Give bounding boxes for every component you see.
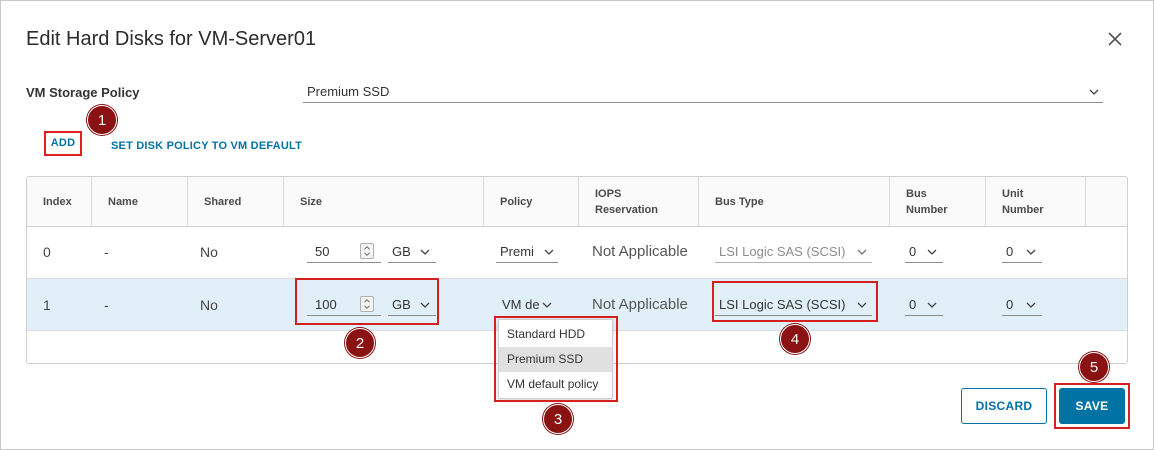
unit-number-value: 0 — [1006, 244, 1014, 259]
unit-number-value: 0 — [1006, 297, 1014, 312]
set-disk-policy-default-button[interactable]: SET DISK POLICY TO VM DEFAULT — [111, 140, 302, 152]
add-disk-button[interactable]: ADD — [44, 131, 82, 156]
size-unit-select[interactable]: GB — [388, 294, 436, 316]
unit-number-select[interactable]: 0 — [1002, 294, 1042, 316]
disk-size-value: 100 — [315, 297, 337, 312]
disk-policy-select[interactable]: VM de — [498, 294, 556, 316]
header-size[interactable]: Size — [284, 177, 484, 227]
header-unit-number[interactable]: Unit Number — [986, 177, 1086, 227]
bus-type-value: LSI Logic SAS (SCSI) — [719, 244, 846, 259]
callout-badge-5: 5 — [1079, 352, 1109, 382]
header-unit-number-text: Unit Number — [1002, 188, 1044, 216]
bus-number-select[interactable]: 0 — [905, 241, 943, 263]
bus-type-value: LSI Logic SAS (SCSI) — [719, 297, 846, 312]
callout-badge-3: 3 — [543, 404, 573, 434]
size-unit-value: GB — [392, 244, 411, 259]
row-index: 1 — [43, 297, 51, 313]
menu-item-standard-hdd[interactable]: Standard HDD — [499, 322, 612, 347]
edit-hard-disks-dialog: Edit Hard Disks for VM-Server01 VM Stora… — [0, 0, 1154, 450]
chevron-down-icon — [420, 302, 430, 308]
storage-policy-select[interactable]: Premium SSD — [303, 81, 1103, 103]
bus-type-select: LSI Logic SAS (SCSI) — [715, 241, 872, 263]
callout-badge-1: 1 — [87, 105, 117, 135]
chevron-down-icon — [544, 249, 554, 255]
disk-policy-value: Premi — [500, 244, 534, 259]
menu-item-vm-default-policy[interactable]: VM default policy — [499, 372, 612, 397]
stepper-icon[interactable] — [360, 296, 374, 312]
chevron-down-icon — [927, 249, 937, 255]
grid-header: Index Name Shared Size Policy IOPS Reser… — [27, 177, 1127, 227]
chevron-down-icon — [1026, 249, 1036, 255]
header-iops-text: IOPS Reservation — [595, 188, 658, 216]
table-row[interactable]: 0 - No 50 GB Premi Not Applicable LSI Lo… — [27, 227, 1127, 279]
dialog-title: Edit Hard Disks for VM-Server01 — [26, 28, 317, 50]
chevron-down-icon — [857, 249, 867, 255]
chevron-down-icon — [1026, 302, 1036, 308]
stepper-icon[interactable] — [360, 243, 374, 259]
header-bus-number[interactable]: Bus Number — [890, 177, 986, 227]
iops-reservation-value: Not Applicable — [592, 296, 688, 313]
header-name[interactable]: Name — [92, 177, 188, 227]
row-name: - — [104, 297, 109, 313]
storage-policy-value: Premium SSD — [307, 84, 390, 99]
header-index[interactable]: Index — [27, 177, 92, 227]
iops-reservation-value: Not Applicable — [592, 243, 688, 260]
header-bus-type[interactable]: Bus Type — [699, 177, 890, 227]
header-policy[interactable]: Policy — [484, 177, 579, 227]
row-name: - — [104, 244, 109, 260]
bus-number-select[interactable]: 0 — [905, 294, 943, 316]
row-index: 0 — [43, 244, 51, 260]
storage-policy-label: VM Storage Policy — [26, 85, 140, 100]
disk-policy-value: VM de — [502, 297, 540, 312]
save-button[interactable]: SAVE — [1059, 388, 1125, 424]
size-unit-value: GB — [392, 297, 411, 312]
header-bus-number-text: Bus Number — [906, 188, 948, 216]
callout-badge-4: 4 — [780, 324, 810, 354]
chevron-down-icon — [420, 249, 430, 255]
close-icon[interactable] — [1105, 29, 1125, 49]
bus-number-value: 0 — [909, 297, 917, 312]
chevron-down-icon — [857, 302, 867, 308]
callout-badge-2: 2 — [345, 328, 375, 358]
discard-button[interactable]: DISCARD — [961, 388, 1047, 424]
chevron-down-icon — [542, 302, 552, 308]
disk-size-value: 50 — [315, 244, 330, 259]
chevron-down-icon — [927, 302, 937, 308]
menu-item-premium-ssd[interactable]: Premium SSD — [499, 347, 612, 372]
unit-number-select[interactable]: 0 — [1002, 241, 1042, 263]
size-unit-select[interactable]: GB — [388, 241, 436, 263]
policy-dropdown-menu: Standard HDD Premium SSD VM default poli… — [498, 319, 613, 399]
disk-policy-select[interactable]: Premi — [496, 241, 558, 263]
header-iops-reservation[interactable]: IOPS Reservation — [579, 177, 699, 227]
row-shared: No — [200, 297, 218, 313]
chevron-down-icon — [1089, 89, 1099, 95]
bus-type-select[interactable]: LSI Logic SAS (SCSI) — [715, 294, 872, 316]
bus-number-value: 0 — [909, 244, 917, 259]
header-shared[interactable]: Shared — [188, 177, 284, 227]
row-shared: No — [200, 244, 218, 260]
